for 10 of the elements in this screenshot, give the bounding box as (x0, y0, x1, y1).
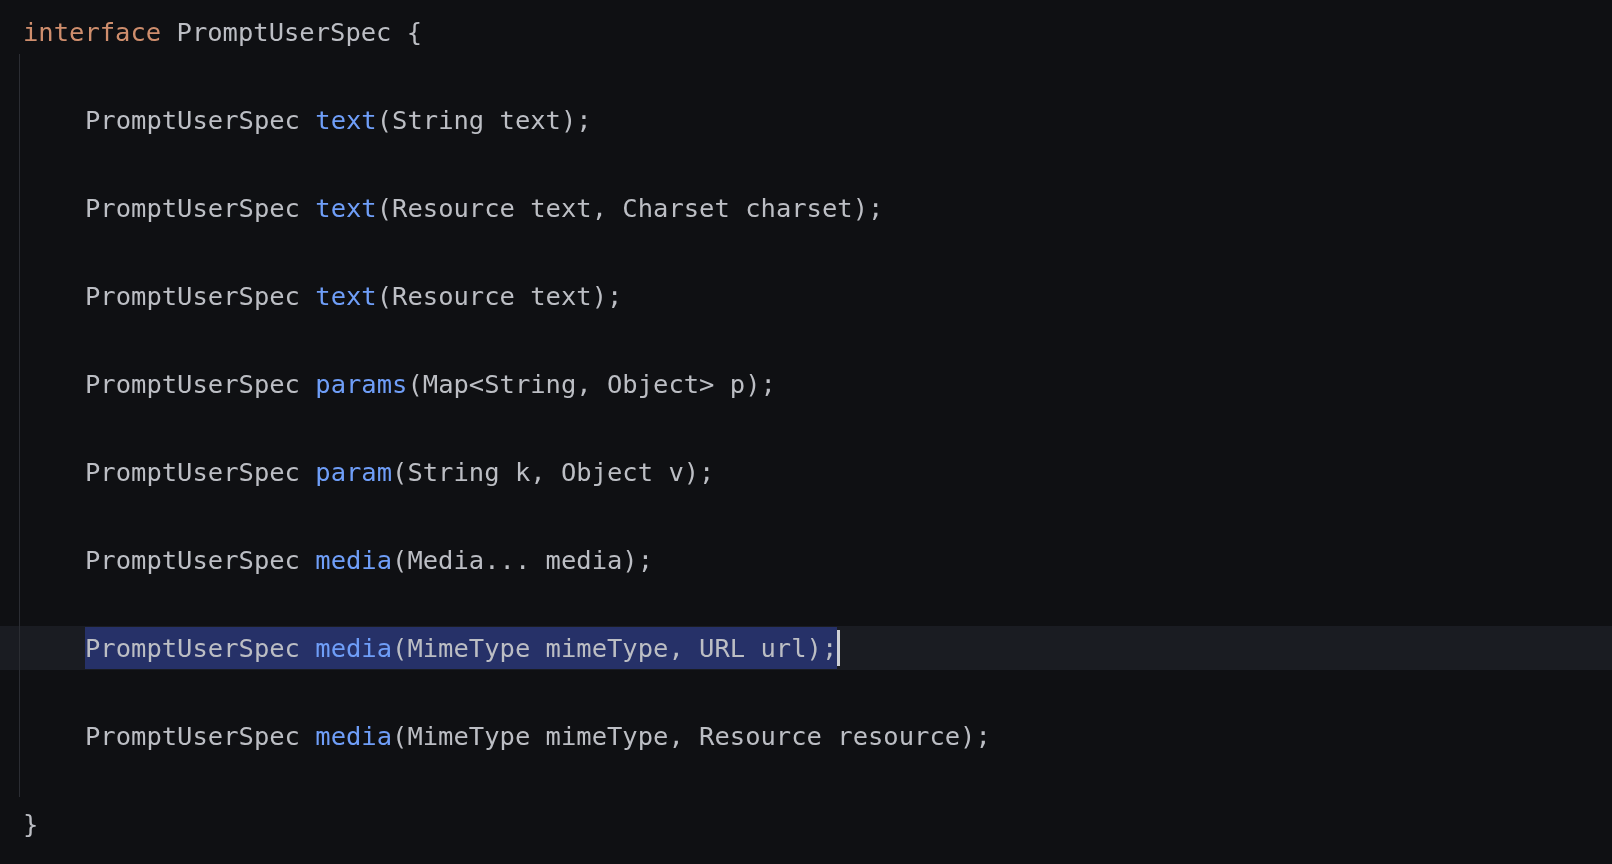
code-line: PromptUserSpec media(Media... media); (85, 544, 654, 577)
code-line: PromptUserSpec text(Resource text); (85, 280, 623, 313)
code-line: PromptUserSpec text(Resource text, Charset charset); (85, 192, 884, 225)
code-line: } (23, 808, 39, 841)
code-line: PromptUserSpec text(String text); (85, 104, 592, 137)
code-line: interface PromptUserSpec { (23, 16, 423, 49)
code-line: PromptUserSpec param(String k, Object v); (85, 456, 715, 489)
code-line: PromptUserSpec media(MimeType mimeType, Resource resource); (85, 720, 991, 753)
text-cursor (837, 630, 841, 666)
code-line: PromptUserSpec params(Map<String, Object> p); (85, 368, 776, 401)
